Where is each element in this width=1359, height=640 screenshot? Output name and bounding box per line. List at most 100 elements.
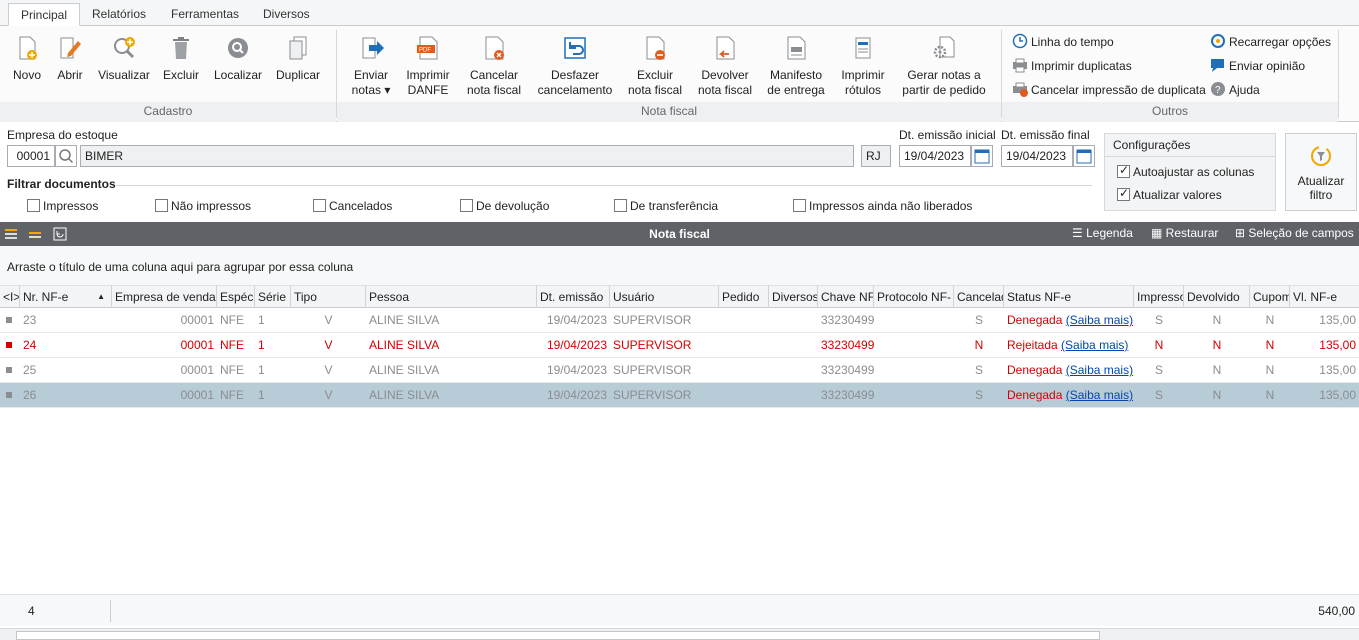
tab-principal[interactable]: Principal (8, 3, 81, 26)
selecao-campos-button[interactable]: ⊞ Seleção de campos (1235, 226, 1354, 240)
col-cancelado[interactable]: Cancelad (954, 286, 1004, 308)
col-devolvido[interactable]: Devolvido (1184, 286, 1250, 308)
check-nao-liberados[interactable]: Impressos ainda não liberados (793, 199, 972, 213)
novo-button[interactable]: Novo (8, 34, 46, 83)
status-text: Denegada (1007, 388, 1063, 402)
col-especie[interactable]: Espéci (217, 286, 255, 308)
col-diversos[interactable]: Diversos (769, 286, 818, 308)
saiba-mais-link[interactable]: (Saiba mais) (1066, 388, 1133, 402)
tab-diversos[interactable]: Diversos (251, 3, 322, 26)
col-status-nfe[interactable]: Status NF-e (1004, 286, 1134, 308)
check-impressos-label: Impressos (43, 199, 99, 213)
devolver-nota-label-1: Devolver (701, 68, 749, 82)
saiba-mais-link[interactable]: (Saiba mais) (1061, 338, 1128, 352)
legenda-button[interactable]: ☰ Legenda (1072, 226, 1133, 240)
check-atualizar-valores[interactable]: Atualizar valores (1117, 186, 1222, 202)
col-tipo[interactable]: Tipo (291, 286, 366, 308)
view-icon (114, 37, 135, 59)
checkbox-checked[interactable] (1117, 186, 1130, 201)
imprimir-rotulos-label-1: Imprimir (841, 68, 885, 82)
col-serie[interactable]: Série (255, 286, 291, 308)
localizar-button[interactable]: Localizar (210, 34, 266, 83)
return-note-icon (716, 36, 735, 60)
restaurar-button[interactable]: ▦ Restaurar (1151, 226, 1218, 240)
checkbox[interactable] (155, 199, 168, 212)
group-label-outros: Outros (1151, 104, 1188, 118)
printer-cancel-icon (1013, 82, 1028, 97)
check-nao-impressos[interactable]: Não impressos (155, 199, 251, 213)
dt-inicial-input[interactable]: 19/04/2023 (899, 145, 971, 167)
empresa-code-input[interactable]: 00001 (7, 145, 55, 167)
gerar-notas-button[interactable]: Gerar notas a partir de pedido (898, 34, 990, 98)
col-empresa-venda[interactable]: Empresa de venda (112, 286, 217, 308)
checkbox[interactable] (614, 199, 627, 212)
dt-inicial-calendar-button[interactable] (971, 145, 993, 167)
col-pedido[interactable]: Pedido (719, 286, 769, 308)
empresa-name-field: BIMER (80, 145, 854, 167)
tab-ferramentas[interactable]: Ferramentas (159, 3, 251, 26)
col-impresso[interactable]: Impresso (1134, 286, 1184, 308)
group-by-hint[interactable]: Arraste o título de uma coluna aqui para… (0, 246, 1359, 286)
desfazer-cancelamento-button[interactable]: Desfazer cancelamento (534, 34, 616, 98)
check-de-transferencia-label: De transferência (630, 199, 719, 213)
scrollbar-thumb[interactable] (16, 631, 1100, 640)
col-nr-nfe[interactable]: Nr. NF-e ▲ (20, 286, 112, 308)
table-row[interactable]: 24 00001 NFE 1 V ALINE SILVA 19/04/2023 … (0, 333, 1359, 358)
recarregar-opcoes-button[interactable]: Recarregar opções (1210, 32, 1331, 52)
table-row[interactable]: 23 00001 NFE 1 V ALINE SILVA 19/04/2023 … (0, 308, 1359, 333)
col-chave-nf[interactable]: Chave NF (818, 286, 874, 308)
manifesto-entrega-button[interactable]: Manifesto de entrega (764, 34, 828, 98)
check-de-devolucao[interactable]: De devolução (460, 199, 549, 213)
check-impressos[interactable]: Impressos (27, 199, 98, 213)
enviar-notas-button[interactable]: Enviar notas ▾ (345, 34, 397, 98)
saiba-mais-link[interactable]: (Saiba mais) (1066, 313, 1133, 327)
checkbox[interactable] (460, 199, 473, 212)
devolver-nota-button[interactable]: Devolver nota fiscal (694, 34, 756, 98)
dt-final-calendar-button[interactable] (1073, 145, 1095, 167)
imprimir-rotulos-button[interactable]: Imprimir rótulos (836, 34, 890, 98)
col-cupom[interactable]: Cupom (1250, 286, 1290, 308)
checkbox[interactable] (313, 199, 326, 212)
cell-dt: 19/04/2023 (546, 363, 607, 377)
empresa-search-button[interactable] (55, 145, 77, 167)
tab-relatorios[interactable]: Relatórios (80, 3, 158, 26)
horizontal-scrollbar[interactable] (0, 628, 1359, 640)
cancelar-impressao-button[interactable]: Cancelar impressão de duplicata (1012, 80, 1206, 100)
col-dt-emissao[interactable]: Dt. emissão (537, 286, 610, 308)
selecao-campos-label: Seleção de campos (1248, 226, 1354, 240)
saiba-mais-link[interactable]: (Saiba mais) (1066, 363, 1133, 377)
atualizar-filtro-button[interactable]: Atualizar filtro (1285, 133, 1357, 211)
checkbox-checked[interactable] (1117, 163, 1130, 178)
table-row[interactable]: 25 00001 NFE 1 V ALINE SILVA 19/04/2023 … (0, 358, 1359, 383)
linha-do-tempo-button[interactable]: Linha do tempo (1012, 32, 1114, 52)
checkbox[interactable] (27, 199, 40, 212)
enviar-opiniao-button[interactable]: Enviar opinião (1210, 56, 1305, 76)
cancelar-nota-button[interactable]: Cancelar nota fiscal (462, 34, 526, 98)
cell-impresso: S (1154, 363, 1163, 377)
col-pessoa[interactable]: Pessoa (366, 286, 537, 308)
linha-do-tempo-label: Linha do tempo (1031, 35, 1114, 49)
recarregar-opcoes-label: Recarregar opções (1229, 35, 1332, 49)
col-indicator[interactable]: <I> (0, 286, 20, 308)
abrir-button[interactable]: Abrir (52, 34, 88, 83)
excluir-nota-button[interactable]: Excluir nota fiscal (624, 34, 686, 98)
col-protocolo[interactable]: Protocolo NF- (874, 286, 954, 308)
visualizar-button[interactable]: Visualizar (96, 34, 152, 83)
col-vl-nfe[interactable]: Vl. NF-e (1290, 286, 1359, 308)
imprimir-duplicatas-button[interactable]: Imprimir duplicatas (1012, 56, 1132, 76)
table-row-selected[interactable]: 26 00001 NFE 1 V ALINE SILVA 19/04/2023 … (0, 383, 1359, 408)
uf-field: RJ (861, 145, 891, 167)
imprimir-danfe-button[interactable]: PDF Imprimir DANFE (401, 34, 455, 98)
footer-divider (110, 600, 111, 622)
check-cancelados[interactable]: Cancelados (313, 199, 392, 213)
check-de-transferencia[interactable]: De transferência (614, 199, 718, 213)
dt-final-input[interactable]: 19/04/2023 (1001, 145, 1073, 167)
check-autoajustar[interactable]: Autoajustar as colunas (1117, 163, 1254, 179)
checkbox[interactable] (793, 199, 806, 212)
excluir-button[interactable]: Excluir (160, 34, 202, 83)
cell-dt: 19/04/2023 (546, 388, 607, 402)
ajuda-button[interactable]: ? Ajuda (1210, 80, 1260, 100)
duplicar-button[interactable]: Duplicar (272, 34, 324, 83)
cell-especie: NFE (220, 388, 244, 402)
col-usuario[interactable]: Usuário (610, 286, 719, 308)
